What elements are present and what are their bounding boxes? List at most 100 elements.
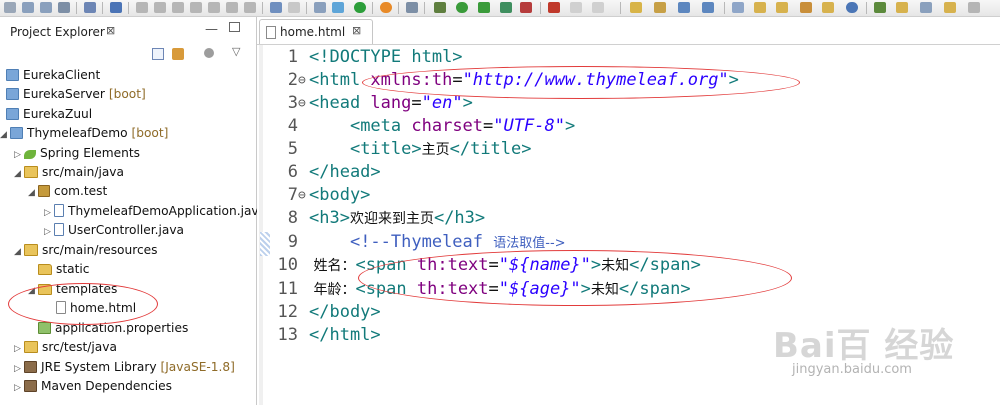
fold-toggle-icon[interactable]: ⊖ bbox=[298, 184, 306, 207]
step-over-icon[interactable] bbox=[226, 2, 238, 13]
external-tools-icon[interactable] bbox=[520, 2, 532, 13]
next-annotation-icon[interactable] bbox=[874, 2, 886, 13]
line-number: 5 bbox=[287, 139, 298, 159]
code-line[interactable]: </body> bbox=[309, 301, 381, 324]
tree-item-com-test[interactable]: ◢ com.test bbox=[28, 182, 107, 201]
code-line[interactable]: <body> bbox=[309, 184, 370, 207]
tree-item-src-test-java[interactable]: ▷ src/test/java bbox=[14, 338, 117, 357]
tree-item-usercontroller[interactable]: ▷ UserController.java bbox=[44, 221, 184, 240]
minimize-icon[interactable]: — bbox=[205, 22, 218, 37]
disconnect-server-icon[interactable] bbox=[592, 2, 604, 13]
fold-toggle-icon[interactable]: ⊖ bbox=[298, 92, 306, 115]
chevron-down-icon[interactable]: ▽ bbox=[232, 45, 240, 58]
highlight-ellipse-thtext bbox=[358, 250, 792, 306]
tree-item-src-main-resources[interactable]: ◢ src/main/resources bbox=[14, 241, 158, 260]
task-folder-icon[interactable] bbox=[822, 2, 834, 13]
fold-toggle-icon[interactable]: ⊖ bbox=[298, 69, 306, 92]
highlight-ellipse-xmlns bbox=[362, 66, 800, 99]
open-resource-icon[interactable] bbox=[776, 2, 788, 13]
open-type-icon[interactable] bbox=[732, 2, 744, 13]
search-icon[interactable] bbox=[110, 2, 122, 13]
expanded-arrow-icon[interactable]: ◢ bbox=[28, 184, 38, 203]
tag-open: <title> bbox=[349, 139, 422, 159]
line-number: 11 bbox=[277, 279, 298, 299]
tree-item-src-main-java[interactable]: ◢ src/main/java bbox=[14, 163, 124, 182]
tree-item-label: EurekaZuul bbox=[23, 107, 93, 121]
last-edit-icon[interactable] bbox=[920, 2, 932, 13]
suspend-icon[interactable] bbox=[154, 2, 166, 13]
baidu-watermark-url: jingyan.baidu.com bbox=[792, 362, 912, 377]
new-interface-icon[interactable] bbox=[702, 2, 714, 13]
tree-item-eurekazuul[interactable]: EurekaZuul bbox=[6, 105, 92, 124]
code-line[interactable]: </html> bbox=[309, 324, 381, 347]
debug-icon[interactable] bbox=[434, 2, 446, 13]
pin-icon[interactable] bbox=[800, 2, 812, 13]
expanded-arrow-icon[interactable]: ◢ bbox=[14, 243, 24, 262]
code-line[interactable]: <title>主页</title> bbox=[309, 138, 532, 162]
drop-frame-icon[interactable] bbox=[270, 2, 282, 13]
save-icon[interactable] bbox=[22, 2, 34, 13]
line-number: 2 bbox=[287, 70, 298, 90]
code-line[interactable]: <meta charset="UTF-8"> bbox=[309, 115, 575, 138]
tree-item-thymeleafdemoapplication[interactable]: ▷ ThymeleafDemoApplication.java bbox=[44, 202, 266, 221]
step-into-icon[interactable] bbox=[208, 2, 220, 13]
servers-icon[interactable] bbox=[406, 2, 418, 13]
code-line[interactable]: <!DOCTYPE html> bbox=[309, 46, 463, 69]
tree-item-static[interactable]: static bbox=[38, 260, 89, 279]
terminate-icon[interactable] bbox=[570, 2, 582, 13]
expanded-arrow-icon[interactable]: ◢ bbox=[0, 126, 10, 145]
tree-item-eurekaserver[interactable]: EurekaServer [boot] bbox=[6, 85, 146, 104]
step-return-icon[interactable] bbox=[244, 2, 256, 13]
tree-item-label: ThymeleafDemoApplication.java bbox=[68, 204, 267, 218]
close-icon[interactable]: ⊠ bbox=[106, 24, 115, 37]
tree-item-maven-dependencies[interactable]: ▷ Maven Dependencies bbox=[14, 377, 172, 396]
tree-item-label: com.test bbox=[54, 184, 108, 198]
previous-annotation-icon[interactable] bbox=[896, 2, 908, 13]
comment-cn-text: 语法取值 bbox=[493, 236, 546, 251]
back-icon[interactable] bbox=[944, 2, 956, 13]
link-with-editor-icon[interactable] bbox=[172, 48, 184, 60]
collapsed-arrow-icon[interactable]: ▷ bbox=[44, 223, 54, 242]
run-last-icon[interactable] bbox=[478, 2, 490, 13]
expanded-arrow-icon[interactable]: ◢ bbox=[14, 165, 24, 184]
skip-breakpoints-icon[interactable] bbox=[314, 2, 326, 13]
forward-icon[interactable] bbox=[968, 2, 980, 13]
project-icon bbox=[6, 108, 19, 120]
terminal-icon[interactable] bbox=[84, 2, 96, 13]
coverage-icon[interactable] bbox=[500, 2, 512, 13]
maximize-icon[interactable] bbox=[229, 22, 240, 32]
highlight-ellipse-templates bbox=[8, 283, 158, 325]
globe-icon[interactable] bbox=[846, 2, 858, 13]
new-package-icon[interactable] bbox=[654, 2, 666, 13]
new-java-project-icon[interactable] bbox=[630, 2, 642, 13]
view-menu-icon[interactable] bbox=[204, 48, 214, 58]
tree-item-eurekaclient[interactable]: EurekaClient bbox=[6, 66, 100, 85]
code-line[interactable]: <h3>欢迎来到主页</h3> bbox=[309, 207, 485, 231]
collapsed-arrow-icon[interactable]: ▷ bbox=[14, 340, 24, 359]
stop-icon[interactable] bbox=[172, 2, 184, 13]
tree-item-jre-system-library[interactable]: ▷ JRE System Library [JavaSE-1.8] bbox=[14, 358, 235, 377]
refresh-icon[interactable] bbox=[380, 2, 392, 13]
project-explorer-tab[interactable]: Project Explorer ⊠ — bbox=[0, 17, 256, 45]
attr-name: lang bbox=[360, 93, 412, 113]
tree-item-spring-elements[interactable]: ▷ Spring Elements bbox=[14, 144, 140, 163]
open-browser-icon[interactable] bbox=[332, 2, 344, 13]
save-all-icon[interactable] bbox=[40, 2, 52, 13]
new-icon[interactable] bbox=[4, 2, 16, 13]
code-line[interactable]: </head> bbox=[309, 161, 381, 184]
doctype-rest: html> bbox=[401, 47, 463, 67]
use-step-filters-icon[interactable] bbox=[288, 2, 300, 13]
close-icon[interactable]: ⊠ bbox=[352, 24, 361, 37]
resume-icon[interactable] bbox=[136, 2, 148, 13]
open-folder-icon[interactable] bbox=[754, 2, 766, 13]
new-class-icon[interactable] bbox=[678, 2, 690, 13]
spring-boot-icon[interactable] bbox=[354, 2, 366, 13]
tree-item-thymeleafdemo[interactable]: ◢ ThymeleafDemo [boot] bbox=[0, 124, 168, 143]
collapsed-arrow-icon[interactable]: ▷ bbox=[14, 379, 24, 398]
stop-server-icon[interactable] bbox=[548, 2, 560, 13]
run-icon[interactable] bbox=[456, 2, 468, 13]
print-icon[interactable] bbox=[58, 2, 70, 13]
disconnect-icon[interactable] bbox=[190, 2, 202, 13]
tab-home-html[interactable]: home.html ⊠ bbox=[259, 19, 373, 44]
collapse-all-icon[interactable] bbox=[152, 48, 164, 60]
